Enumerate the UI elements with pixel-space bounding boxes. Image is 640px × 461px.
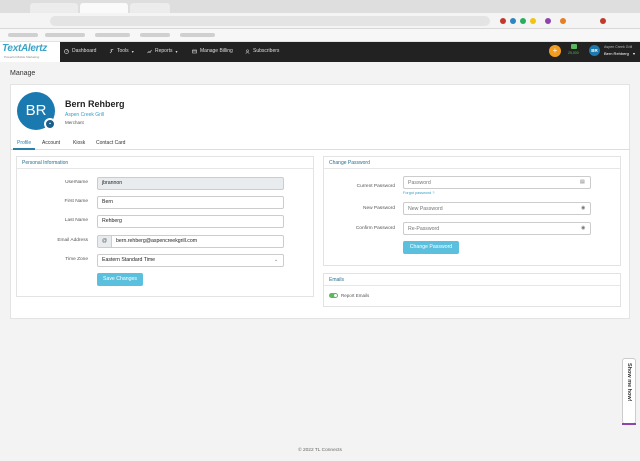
chevron-down-icon[interactable]: ▾ xyxy=(633,51,635,56)
credits-icon xyxy=(571,44,577,49)
confirm-password-field[interactable] xyxy=(403,222,591,235)
nav-user-org: Aspen Creek Grill xyxy=(604,45,633,49)
page-title: Manage xyxy=(10,70,36,77)
eye-icon[interactable]: ◉ xyxy=(581,205,585,211)
browser-tab[interactable] xyxy=(130,3,170,13)
card-divider xyxy=(16,168,314,169)
show-me-how-label: Show me how! xyxy=(626,363,632,402)
tabs-divider xyxy=(10,149,630,150)
report-emails-label: Report Emails xyxy=(341,293,370,298)
email-label: Email Address xyxy=(57,238,88,243)
change-password-heading: Change Password xyxy=(329,160,370,166)
nav-tools-label: Tools xyxy=(117,48,129,54)
browser-tab-active[interactable] xyxy=(80,3,128,13)
logo-tagline: Powerful Mobile Marketing xyxy=(4,55,40,59)
nav-manage-billing[interactable]: Manage Billing xyxy=(192,48,233,54)
keyboard-icon[interactable]: ▤ xyxy=(580,179,585,185)
address-bar[interactable] xyxy=(50,16,490,26)
textalertz-logo[interactable]: TextAlertz Powerful Mobile Marketing xyxy=(0,42,60,62)
change-password-button[interactable]: Change Password xyxy=(403,241,459,254)
chevron-down-icon: ▾ xyxy=(175,48,178,54)
credits-count: 25,000 xyxy=(568,51,579,55)
forgot-password-link[interactable]: Forgot password ? xyxy=(403,191,434,195)
billing-icon xyxy=(192,49,197,53)
username-field: jbrannon xyxy=(97,177,284,190)
show-me-how-accent xyxy=(622,423,636,425)
browser-tab[interactable] xyxy=(30,3,78,13)
tab-account[interactable]: Account xyxy=(42,140,60,146)
last-name-label: Last Name xyxy=(64,218,88,223)
email-field[interactable]: bern.rehberg@aspencreekgrill.com xyxy=(111,235,284,248)
first-name-label: First Name xyxy=(64,199,88,204)
card-divider xyxy=(323,285,621,286)
users-icon xyxy=(245,48,250,54)
show-me-how-button[interactable]: Show me how! xyxy=(622,358,636,424)
profile-name: Bern Rehberg xyxy=(65,99,125,109)
at-icon: @ xyxy=(97,235,111,248)
extension-icon[interactable] xyxy=(510,18,516,24)
emails-card xyxy=(323,273,621,307)
new-password-label: New Password xyxy=(363,206,395,211)
nav-subscribers[interactable]: Subscribers xyxy=(245,48,279,54)
nav-dashboard[interactable]: Dashboard xyxy=(64,48,96,54)
browser-toolbar xyxy=(0,13,640,29)
nav-subscribers-label: Subscribers xyxy=(253,48,280,54)
confirm-password-label: Confirm Password xyxy=(355,226,395,231)
current-password-label: Current Password xyxy=(356,184,395,189)
bookmark[interactable] xyxy=(8,33,38,37)
bookmark[interactable] xyxy=(180,33,215,37)
nav-reports-label: Reports xyxy=(155,48,173,54)
bookmark[interactable] xyxy=(45,33,85,37)
nav-dashboard-label: Dashboard xyxy=(72,48,97,54)
chevron-down-icon: ⌄ xyxy=(274,257,279,263)
chevron-down-icon: ▾ xyxy=(131,48,134,54)
emails-heading: Emails xyxy=(329,277,345,283)
nav-reports[interactable]: Reports ▾ xyxy=(147,48,178,54)
browser-tab-strip xyxy=(0,0,640,13)
profile-icon[interactable] xyxy=(600,18,606,24)
chart-icon xyxy=(147,49,152,53)
extension-icon[interactable] xyxy=(500,18,506,24)
timezone-label: Time Zone xyxy=(65,257,88,262)
new-password-field[interactable] xyxy=(403,202,591,215)
last-name-field[interactable]: Rehberg xyxy=(97,215,284,228)
active-tab-indicator xyxy=(13,148,35,150)
nav-tools[interactable]: Tools ▾ xyxy=(109,48,134,54)
extension-icon[interactable] xyxy=(520,18,526,24)
profile-org-link[interactable]: Aspen Creek Grill xyxy=(65,112,104,118)
notification-button[interactable]: + xyxy=(549,45,561,57)
first-name-field[interactable]: Bern xyxy=(97,196,284,209)
bookmarks-bar xyxy=(0,29,640,42)
timezone-value: Eastern Standard Time xyxy=(102,257,156,263)
save-changes-button[interactable]: Save Changes xyxy=(97,273,143,286)
extension-icon[interactable] xyxy=(545,18,551,24)
toggle-knob xyxy=(334,294,337,297)
nav-manage-billing-label: Manage Billing xyxy=(200,48,233,54)
tab-profile[interactable]: Profile xyxy=(17,140,31,146)
tab-kiosk[interactable]: Kiosk xyxy=(73,140,85,146)
bookmark[interactable] xyxy=(140,33,170,37)
personal-info-heading: Personal Information xyxy=(22,160,69,166)
timezone-select[interactable]: Eastern Standard Time xyxy=(97,254,284,267)
card-divider xyxy=(323,168,621,169)
camera-icon[interactable]: ▪ xyxy=(44,118,56,130)
username-label: UserName xyxy=(65,180,88,185)
dashboard-icon xyxy=(64,48,69,54)
tools-icon xyxy=(109,48,114,53)
bookmark[interactable] xyxy=(95,33,130,37)
logo-text: TextAlertz xyxy=(2,43,47,54)
tab-contact-card[interactable]: Contact Card xyxy=(96,140,125,146)
current-password-field[interactable] xyxy=(403,176,591,189)
eye-icon[interactable]: ◉ xyxy=(581,225,585,231)
footer-copyright: © 2022 TL Connects xyxy=(298,448,342,453)
extension-icon[interactable] xyxy=(530,18,536,24)
nav-user-avatar[interactable]: BR xyxy=(589,45,600,56)
extension-icon[interactable] xyxy=(560,18,566,24)
profile-role: Merchant xyxy=(65,120,84,125)
nav-user-name[interactable]: Bern Rehberg xyxy=(604,51,629,56)
